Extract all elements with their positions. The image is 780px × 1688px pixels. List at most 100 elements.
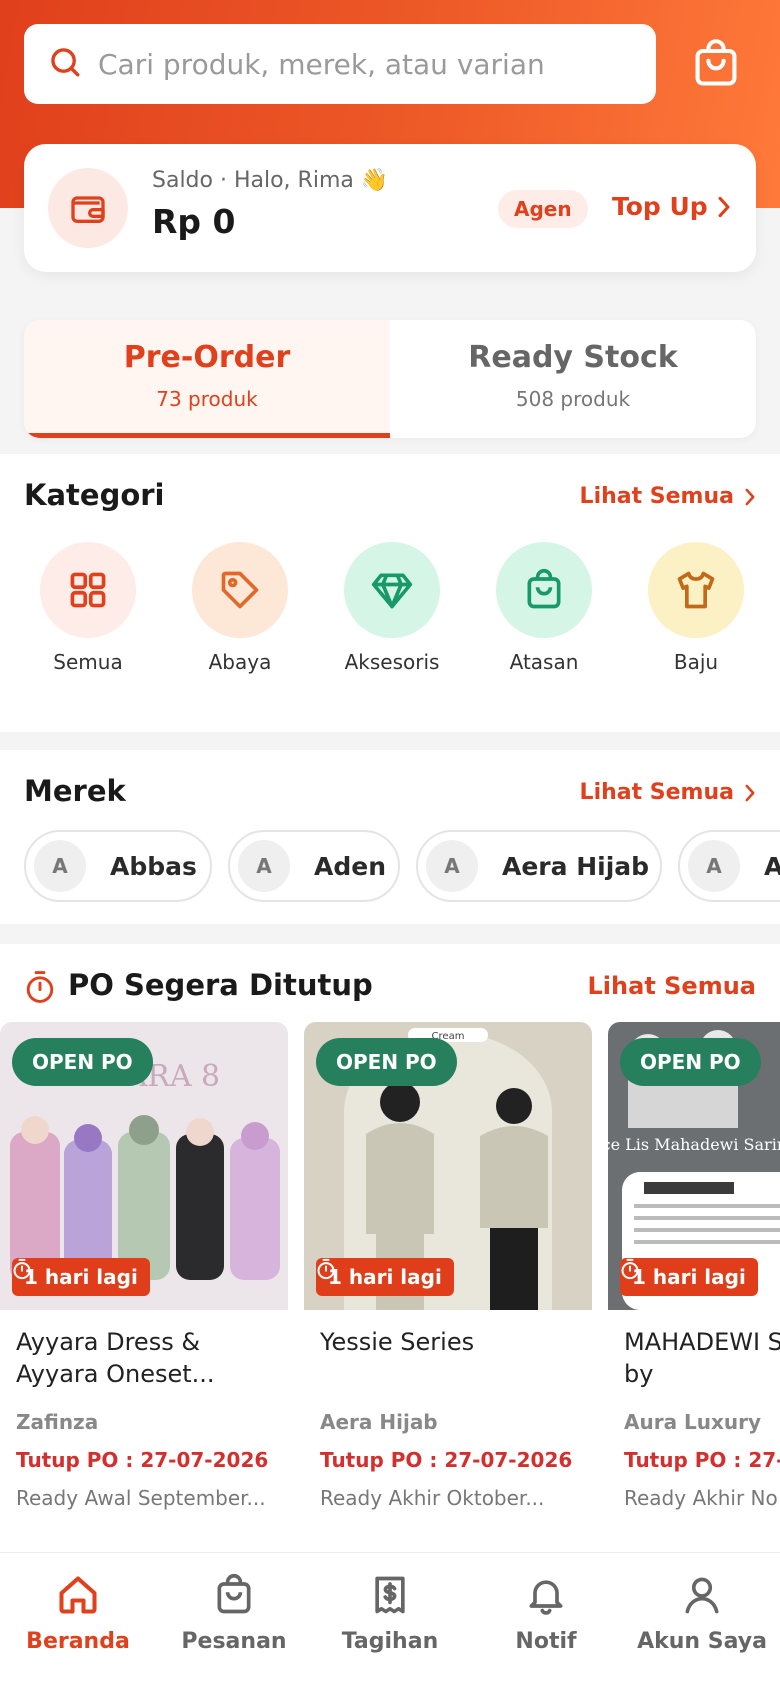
brand-avatar: A (426, 840, 478, 892)
shirt-icon (648, 542, 744, 638)
nav-pesanan[interactable]: Pesanan (156, 1553, 312, 1688)
nav-label: Beranda (26, 1629, 130, 1654)
nav-label: Pesanan (181, 1629, 287, 1654)
category-section: Kategori Lihat Semua Semua Abaya Aksesor… (0, 454, 780, 732)
chevron-right-icon (718, 196, 730, 217)
mode-tabs: Pre-Order 73 produk Ready Stock 508 prod… (24, 320, 756, 438)
tab-count: 73 produk (156, 387, 258, 411)
category-label: Baju (673, 650, 719, 674)
product-name: MAHADEWI SARIMBIT by (624, 1328, 780, 1388)
countdown-text: 1 hari lagi (632, 1265, 746, 1289)
open-po-badge: OPEN PO (620, 1038, 761, 1086)
product-name: Ayyara Dress & Ayyara Oneset... (16, 1328, 215, 1388)
product-name: Yessie Series (320, 1328, 475, 1356)
brand-avatar: A (34, 840, 86, 892)
nav-tagihan[interactable]: Tagihan (312, 1553, 468, 1688)
product-image: Cream OPEN PO 1 hari lagi (304, 1022, 592, 1310)
po-close-date: Tutup PO : 27- (624, 1448, 780, 1472)
tab-ready-stock[interactable]: Ready Stock 508 produk (390, 320, 756, 438)
category-label: Aksesoris (344, 650, 440, 674)
brand-chip-aera-hijab[interactable]: A Aera Hijab (416, 830, 662, 902)
brand-avatar: A (238, 840, 290, 892)
tab-pre-order[interactable]: Pre-Order 73 produk (24, 320, 390, 438)
category-item-abaya[interactable]: Abaya (180, 542, 300, 674)
product-card[interactable]: AYYARA 8 OPEN PO 1 hari lagi Ayyara Dres… (0, 1022, 288, 1516)
diamond-icon (344, 542, 440, 638)
product-image: AYYARA 8 OPEN PO 1 hari lagi (0, 1022, 288, 1310)
balance-card: Saldo · Halo, Rima 👋 Rp 0 Agen Top Up (24, 144, 756, 272)
search-icon (48, 45, 82, 83)
po-close-date: Tutup PO : 27-07-2026 (320, 1448, 573, 1472)
wallet-icon (48, 168, 128, 248)
bell-icon (529, 1580, 563, 1615)
countdown-text: 1 hari lagi (24, 1265, 138, 1289)
category-label: Abaya (208, 650, 272, 674)
countdown-badge: 1 hari lagi (12, 1258, 150, 1296)
ready-estimate: Ready Akhir Oktober... (320, 1486, 545, 1510)
category-label: Semua (53, 650, 123, 674)
po-closing-section: PO Segera Ditutup Lihat Semua AYYARA 8 O… (0, 944, 780, 1552)
category-title: Kategori (24, 478, 165, 512)
balance-amount: Rp 0 (152, 202, 236, 241)
svg-text:Price Lis Mahadewi Sarim: Price Lis Mahadewi Sarim (608, 1135, 780, 1154)
tag-icon (192, 542, 288, 638)
nav-akun-saya[interactable]: Akun Saya (624, 1553, 780, 1688)
po-closing-title: PO Segera Ditutup (68, 968, 373, 1002)
category-see-all-link[interactable]: Lihat Semua (580, 484, 756, 509)
product-brand: Aura Luxury (624, 1410, 762, 1434)
agent-badge: Agen (498, 190, 588, 228)
brand-chip-af[interactable]: A Af (678, 830, 780, 902)
brand-name: Aera Hijab (502, 851, 650, 881)
category-item-atasan[interactable]: Atasan (484, 542, 604, 674)
chevron-right-icon (745, 784, 755, 801)
open-po-badge: OPEN PO (316, 1038, 457, 1086)
countdown-badge: 1 hari lagi (316, 1258, 454, 1296)
balance-greeting: Saldo · Halo, Rima 👋 (152, 168, 389, 193)
ready-estimate: Ready Akhir No (624, 1486, 778, 1510)
nav-label: Tagihan (341, 1629, 439, 1654)
timer-icon (317, 1258, 335, 1280)
category-item-semua[interactable]: Semua (28, 542, 148, 674)
bottom-navigation: Beranda Pesanan Tagihan Notif Akun Saya (0, 1552, 780, 1688)
timer-icon (621, 1258, 639, 1280)
product-image: Price Lis Mahadewi Sarim OPEN PO 1 hari … (608, 1022, 780, 1310)
home-icon (59, 1576, 97, 1614)
category-item-baju[interactable]: Baju (636, 542, 756, 674)
timer-icon (13, 1258, 31, 1280)
nav-label: Akun Saya (637, 1629, 767, 1654)
brand-name: Af (764, 851, 780, 881)
search-bar[interactable]: Cari produk, merek, atau varian (24, 24, 656, 104)
user-icon (685, 1577, 719, 1614)
see-all-label: Lihat Semua (579, 484, 734, 509)
open-po-badge: OPEN PO (12, 1038, 153, 1086)
category-item-aksesoris[interactable]: Aksesoris (332, 542, 452, 674)
brand-chip-aden[interactable]: A Aden (228, 830, 400, 902)
product-card[interactable]: Price Lis Mahadewi Sarim OPEN PO 1 hari … (608, 1022, 780, 1516)
top-up-button[interactable]: Top Up (612, 192, 732, 221)
ready-estimate: Ready Awal September... (16, 1486, 266, 1510)
brand-chip-abbas[interactable]: A Abbas (24, 830, 212, 902)
nav-label: Notif (515, 1629, 577, 1654)
brand-name: Aden (314, 851, 386, 881)
receipt-icon (375, 1576, 405, 1614)
brand-section: Merek Lihat Semua A Abbas A Aden A Aera … (0, 750, 780, 924)
tab-title: Ready Stock (468, 340, 678, 375)
product-brand: Aera Hijab (320, 1410, 438, 1434)
nav-beranda[interactable]: Beranda (0, 1553, 156, 1688)
po-closing-see-all-link[interactable]: Lihat Semua (588, 972, 756, 1000)
brand-see-all-link[interactable]: Lihat Semua (580, 780, 756, 805)
product-card[interactable]: Cream OPEN PO 1 hari lagi Yessie Series … (304, 1022, 592, 1516)
tab-count: 508 produk (515, 387, 631, 411)
countdown-text: 1 hari lagi (328, 1265, 442, 1289)
grid-icon (40, 542, 136, 638)
chevron-right-icon (745, 488, 755, 505)
product-brand: Zafinza (16, 1410, 99, 1434)
brand-name: Abbas (110, 851, 197, 881)
category-label: Atasan (509, 650, 579, 674)
shopping-bag-icon (496, 542, 592, 638)
brand-avatar: A (688, 840, 740, 892)
nav-notif[interactable]: Notif (468, 1553, 624, 1688)
shopping-bag-icon[interactable] (690, 38, 742, 90)
see-all-label: Lihat Semua (579, 780, 734, 805)
search-placeholder: Cari produk, merek, atau varian (98, 47, 545, 81)
